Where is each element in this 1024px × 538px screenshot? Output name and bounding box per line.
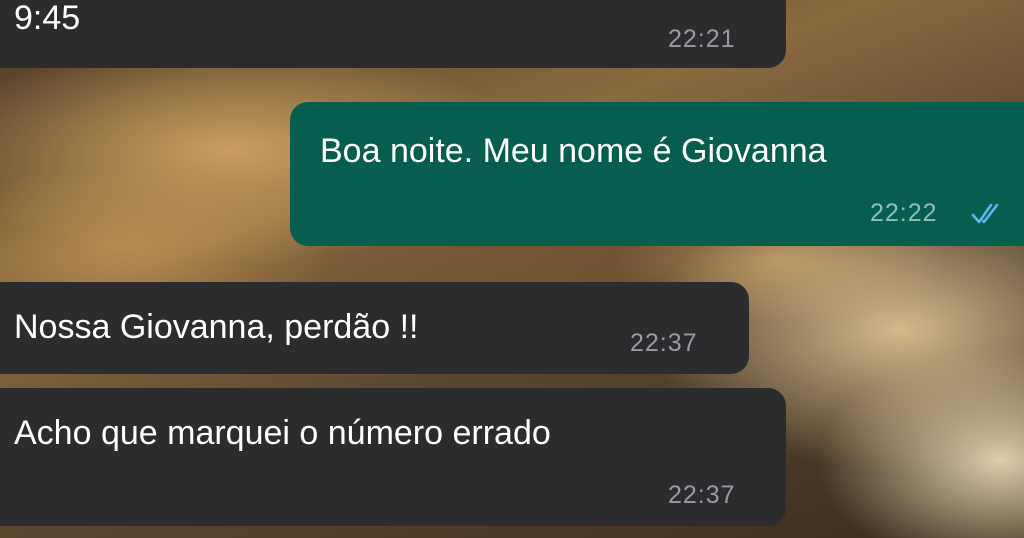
message-timestamp: 22:21 <box>668 25 736 53</box>
message-text: Boa noite. Meu nome é Giovanna <box>320 132 827 170</box>
message-text: Nossa Giovanna, perdão !! <box>14 308 419 346</box>
double-check-read-icon <box>971 203 999 224</box>
message-bubble-incoming[interactable]: Nossa Giovanna, perdão !! 22:37 <box>0 282 749 374</box>
message-bubble-incoming[interactable]: 9:45 22:21 <box>0 0 786 68</box>
message-timestamp: 22:22 <box>870 199 938 227</box>
message-timestamp: 22:37 <box>668 481 736 509</box>
message-bubble-outgoing[interactable]: Boa noite. Meu nome é Giovanna 22:22 <box>290 102 1024 246</box>
message-timestamp: 22:37 <box>630 329 698 357</box>
message-text: Acho que marquei o número errado <box>14 414 551 452</box>
message-text: 9:45 <box>14 0 81 37</box>
message-bubble-incoming[interactable]: Acho que marquei o número errado 22:37 <box>0 388 786 526</box>
